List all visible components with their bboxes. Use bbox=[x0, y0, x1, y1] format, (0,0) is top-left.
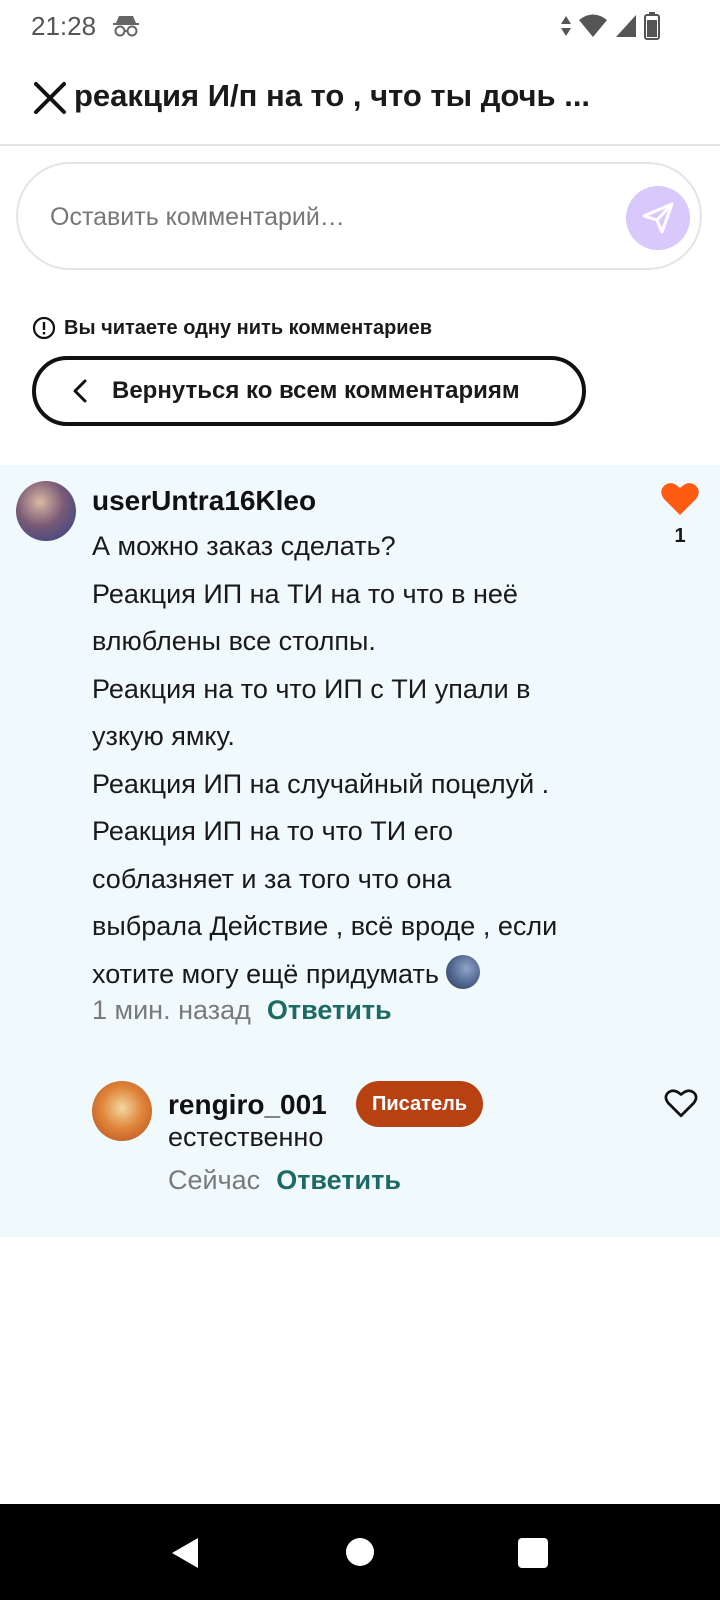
heart-filled-icon[interactable] bbox=[660, 481, 700, 517]
comment-username[interactable]: userUntra16Kleo bbox=[92, 485, 316, 517]
info-icon bbox=[32, 316, 56, 340]
comment-thread: userUntra16Kleo 1 А можно заказ сделать?… bbox=[0, 465, 720, 1237]
avatar[interactable] bbox=[16, 481, 76, 541]
comment-time: 1 мин. назад bbox=[92, 995, 251, 1025]
comment-line: хотите могу ещё придумать bbox=[92, 958, 439, 989]
nav-home-icon[interactable] bbox=[346, 1538, 374, 1566]
back-to-all-comments-button[interactable]: Вернуться ко всем комментариям bbox=[32, 356, 586, 426]
reply-meta: Сейчас Ответить bbox=[168, 1165, 401, 1196]
comment-line: Реакция ИП на случайный поцелуй . bbox=[92, 768, 550, 799]
reply-text: естественно bbox=[168, 1122, 324, 1152]
page-title: реакция И/п на то , что ты дочь ... bbox=[74, 78, 591, 113]
comment-line: Реакция ИП на ТИ на то что в неё bbox=[92, 578, 518, 609]
new-moon-face-emoji-icon bbox=[446, 954, 481, 989]
like-count: 1 bbox=[674, 525, 686, 547]
comment-line: влюблены все столпы. bbox=[92, 626, 376, 656]
comment-input[interactable] bbox=[48, 196, 592, 238]
comment-meta: 1 мин. назад Ответить bbox=[92, 995, 392, 1026]
send-button[interactable] bbox=[626, 186, 690, 250]
reply-time: Сейчас bbox=[168, 1165, 261, 1195]
send-icon bbox=[640, 200, 676, 236]
thread-notice-text: Вы читаете одну нить комментариев bbox=[64, 316, 433, 339]
comment-line-last: хотите могу ещё придумать bbox=[92, 951, 632, 999]
comment-line: Реакция ИП на то что ТИ его bbox=[92, 816, 453, 846]
battery-icon bbox=[644, 12, 660, 40]
close-icon[interactable] bbox=[30, 78, 70, 118]
comment-line: выбрала Действие , всё вроде , если bbox=[92, 911, 558, 941]
status-bar: 21:28 bbox=[0, 0, 720, 52]
reply-button[interactable]: Ответить bbox=[267, 995, 392, 1026]
writer-badge: Писатель bbox=[356, 1081, 484, 1127]
reply-button[interactable]: Ответить bbox=[276, 1165, 401, 1196]
heart-outline-icon[interactable] bbox=[664, 1087, 698, 1119]
comment-line: соблазняет и за того что она bbox=[92, 863, 452, 894]
nav-back-icon[interactable] bbox=[170, 1536, 200, 1575]
back-button-label: Вернуться ко всем комментариям bbox=[112, 377, 520, 404]
incognito-icon bbox=[112, 13, 140, 44]
wifi-icon bbox=[578, 13, 608, 39]
avatar[interactable] bbox=[92, 1081, 152, 1141]
header: реакция И/п на то , что ты дочь ... bbox=[0, 58, 720, 146]
comment-line: А можно заказ сделать? bbox=[92, 531, 396, 561]
thread-notice: Вы читаете одну нить комментариев bbox=[32, 316, 432, 340]
comment-box bbox=[16, 162, 702, 270]
comment-line: узкую ямку. bbox=[92, 721, 235, 751]
system-nav-bar bbox=[0, 1504, 720, 1600]
comment-text: А можно заказ сделать? Реакция ИП на ТИ … bbox=[92, 523, 632, 998]
chevron-left-icon bbox=[72, 378, 88, 404]
nav-recents-icon[interactable] bbox=[518, 1538, 548, 1568]
data-arrows-icon bbox=[560, 14, 572, 38]
cell-signal-icon bbox=[614, 13, 638, 39]
status-time: 21:28 bbox=[31, 11, 97, 41]
comment-line: Реакция на то что ИП с ТИ упали в bbox=[92, 673, 531, 704]
